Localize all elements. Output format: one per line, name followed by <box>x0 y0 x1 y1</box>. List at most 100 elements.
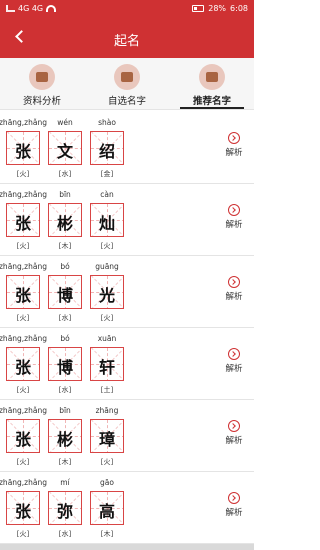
tab-bar: 资料分析 自选名字 推荐名字 <box>0 58 254 110</box>
char-grid: 张 <box>6 131 40 165</box>
analyze-label: 解析 <box>225 436 243 446</box>
five-element: [火] <box>100 314 114 322</box>
char-grid: 张 <box>6 491 40 525</box>
active-tab-indicator <box>180 107 244 109</box>
hanzi: 文 <box>56 142 73 161</box>
five-element: [水] <box>58 314 72 322</box>
pinyin: guāng <box>95 262 119 271</box>
brush-icon <box>114 64 140 90</box>
chevron-right-circle-icon <box>228 492 240 504</box>
chevron-right-circle-icon <box>228 276 240 288</box>
battery-icon <box>192 5 205 12</box>
battery-level: 28% <box>208 4 227 13</box>
chevron-right-circle-icon <box>228 348 240 360</box>
char-cell: xuān 轩 [土] <box>88 328 126 400</box>
signal-icon <box>6 5 15 12</box>
five-element: [金] <box>100 170 114 178</box>
char-cell: càn 灿 [火] <box>88 184 126 256</box>
name-row[interactable]: zhāng,zhǎng 张 [火] mí 弥 [水] gāo 高 [木] 解析 <box>0 472 254 544</box>
char-cell: zhāng,zhǎng 张 [火] <box>0 112 47 184</box>
char-grid: 张 <box>6 203 40 237</box>
hanzi: 绍 <box>98 142 115 161</box>
hanzi: 张 <box>14 286 31 305</box>
pinyin: càn <box>100 190 114 199</box>
analyze-button[interactable]: 解析 <box>222 276 246 302</box>
chevron-right-circle-icon <box>228 204 240 216</box>
char-cell: shào 绍 [金] <box>88 112 126 184</box>
char-cell: zhāng,zhǎng 张 [火] <box>0 256 47 328</box>
book-icon <box>29 64 55 90</box>
char-grid: 博 <box>48 347 82 381</box>
five-element: [土] <box>100 386 114 394</box>
char-grid: 弥 <box>48 491 82 525</box>
hanzi: 张 <box>14 430 31 449</box>
network-label: 4G 4G <box>18 4 44 13</box>
char-grid: 轩 <box>90 347 124 381</box>
tab-analysis[interactable]: 资料分析 <box>0 58 84 110</box>
pinyin: zhāng <box>95 406 119 415</box>
hanzi: 张 <box>14 142 31 161</box>
char-cell: bīn 彬 [木] <box>46 400 84 472</box>
seal-icon <box>199 64 225 90</box>
char-cell: guāng 光 [火] <box>88 256 126 328</box>
analyze-button[interactable]: 解析 <box>222 492 246 518</box>
char-grid: 博 <box>48 275 82 309</box>
five-element: [火] <box>100 242 114 250</box>
name-row[interactable]: zhāng,zhǎng 张 [火] bīn 彬 [木] zhāng 璋 [火] 解析 <box>0 400 254 472</box>
name-row[interactable]: zhāng,zhǎng 张 [火] bó 博 [水] guāng 光 [火] 解析 <box>0 256 254 328</box>
hanzi: 张 <box>14 358 31 377</box>
char-cell: gāo 高 [木] <box>88 472 126 544</box>
five-element: [火] <box>100 458 114 466</box>
five-element: [水] <box>58 170 72 178</box>
analyze-button[interactable]: 解析 <box>222 132 246 158</box>
char-grid: 绍 <box>90 131 124 165</box>
analyze-button[interactable]: 解析 <box>222 420 246 446</box>
five-element: [火] <box>16 242 30 250</box>
hanzi: 博 <box>56 358 73 377</box>
five-element: [木] <box>58 458 72 466</box>
wifi-icon <box>46 5 57 12</box>
name-row[interactable]: zhāng,zhǎng 张 [火] bīn 彬 [木] càn 灿 [火] 解析 <box>0 184 254 256</box>
tab-recommended[interactable]: 推荐名字 <box>170 58 254 110</box>
nav-bar <box>0 544 254 550</box>
hanzi: 张 <box>14 214 31 233</box>
analyze-button[interactable]: 解析 <box>222 348 246 374</box>
name-row[interactable]: zhāng,zhǎng 张 [火] bó 博 [水] xuān 轩 [土] 解析 <box>0 328 254 400</box>
name-list: zhāng,zhǎng 张 [火] wén 文 [水] shào 绍 [金] 解析 zhāng,zh… <box>0 112 254 544</box>
tab-custom-name[interactable]: 自选名字 <box>85 58 169 110</box>
status-bar: 4G 4G 28% 6:08 <box>0 0 254 18</box>
hanzi: 轩 <box>98 358 115 377</box>
five-element: [木] <box>100 530 114 538</box>
name-row[interactable]: zhāng,zhǎng 张 [火] wén 文 [水] shào 绍 [金] 解析 <box>0 112 254 184</box>
char-grid: 张 <box>6 347 40 381</box>
char-grid: 璋 <box>90 419 124 453</box>
page-title: 起名 <box>113 34 140 49</box>
char-grid: 光 <box>90 275 124 309</box>
char-grid: 高 <box>90 491 124 525</box>
char-grid: 文 <box>48 131 82 165</box>
five-element: [水] <box>58 386 72 394</box>
hanzi: 高 <box>98 502 115 521</box>
five-element: [水] <box>58 530 72 538</box>
analyze-label: 解析 <box>225 220 243 230</box>
hanzi: 光 <box>98 286 115 305</box>
tab-label: 资料分析 <box>22 96 61 107</box>
char-cell: zhāng,zhǎng 张 [火] <box>0 400 47 472</box>
analyze-button[interactable]: 解析 <box>222 204 246 230</box>
char-cell: mí 弥 [水] <box>46 472 84 544</box>
char-grid: 灿 <box>90 203 124 237</box>
chevron-right-circle-icon <box>228 132 240 144</box>
char-cell: bó 博 [水] <box>46 256 84 328</box>
five-element: [火] <box>16 530 30 538</box>
analyze-label: 解析 <box>225 148 243 158</box>
char-cell: bīn 彬 [木] <box>46 184 84 256</box>
five-element: [火] <box>16 458 30 466</box>
status-right: 28% 6:08 <box>192 4 248 13</box>
hanzi: 张 <box>14 502 31 521</box>
char-cell: zhāng,zhǎng 张 [火] <box>0 328 47 400</box>
char-cell: zhāng,zhǎng 张 [火] <box>0 184 47 256</box>
clock: 6:08 <box>230 4 248 13</box>
five-element: [火] <box>16 314 30 322</box>
hanzi: 璋 <box>98 430 115 449</box>
five-element: [火] <box>16 170 30 178</box>
